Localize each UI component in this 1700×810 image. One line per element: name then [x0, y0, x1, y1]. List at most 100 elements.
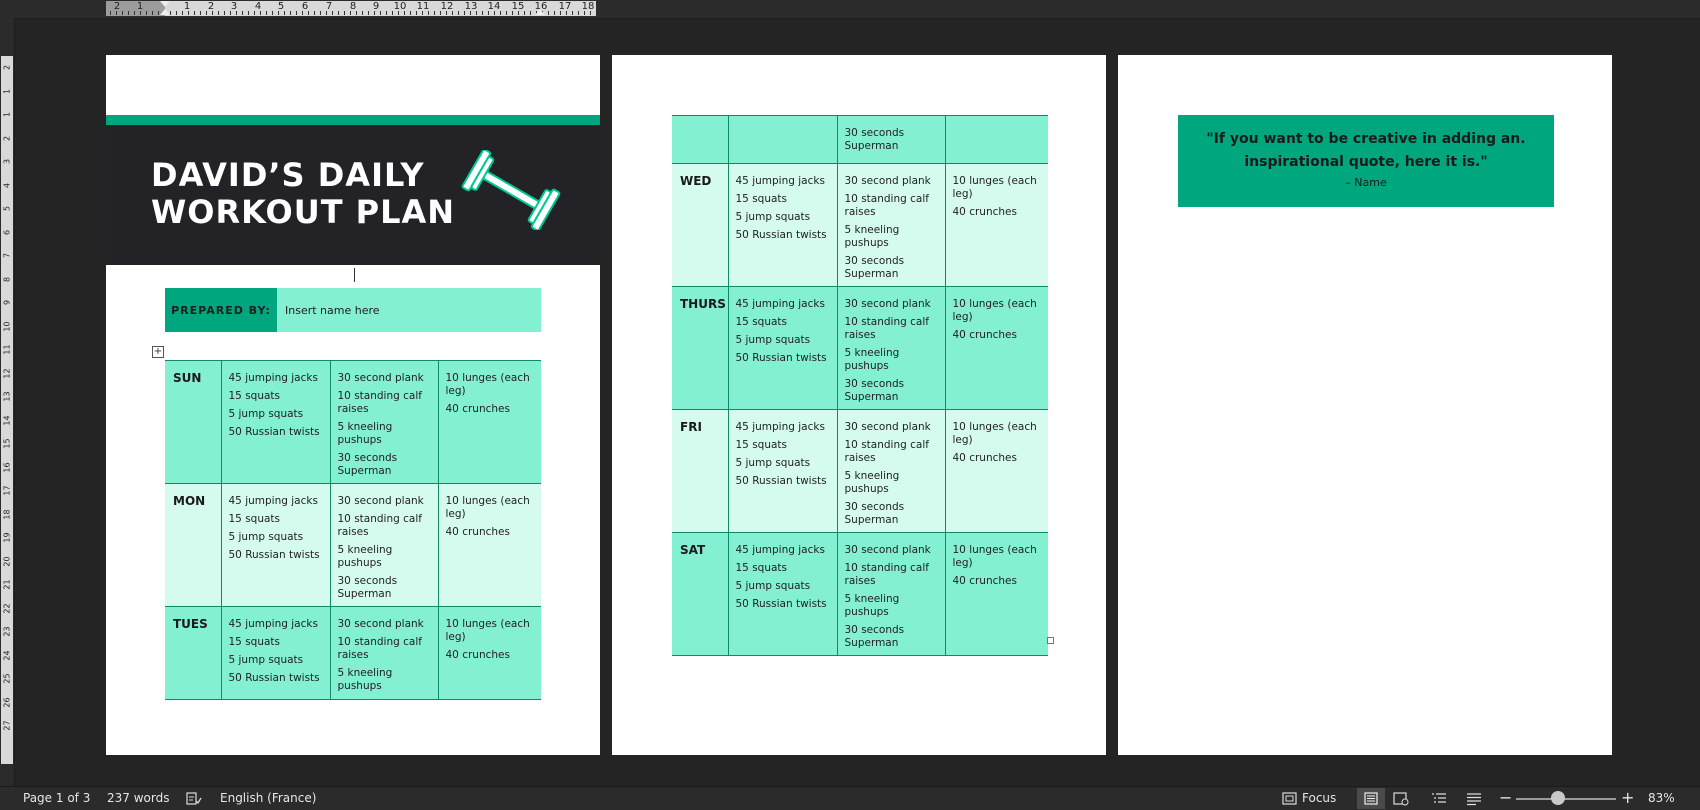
exercise-cell[interactable]: 30 second plank 10 standing calf raises 5 … — [836, 532, 946, 656]
exercise-cell[interactable]: 45 jumping jacks 15 squats 5 jump squats 50… — [727, 286, 838, 410]
focus-button[interactable]: Focus — [1302, 791, 1336, 805]
exercise-cell[interactable]: 30 second plank 10 standing calf raises 5 … — [329, 360, 439, 484]
exercise-item: 30 second plank — [844, 298, 931, 310]
exercise-item: 45 jumping jacks — [735, 175, 825, 187]
web-layout-icon[interactable] — [1393, 792, 1409, 806]
zoom-in-button[interactable]: + — [1621, 788, 1634, 807]
page-1[interactable]: DAVID’S DAILY WORKOUT PLAN PREPARED BY: … — [106, 55, 600, 755]
day-cell[interactable]: SUN — [165, 360, 222, 484]
exercise-cell[interactable]: 30 second plank 10 standing calf raises 5 … — [329, 606, 439, 700]
focus-icon[interactable] — [1282, 792, 1297, 805]
table-move-handle-icon[interactable]: + — [152, 346, 164, 358]
ruler-tick — [194, 11, 195, 15]
table-resize-handle[interactable] — [1047, 637, 1054, 644]
exercise-cell[interactable]: 10 lunges (each leg) 40 crunches — [437, 606, 541, 700]
ruler-tick — [236, 11, 237, 15]
proofing-icon[interactable] — [186, 792, 202, 806]
zoom-slider[interactable] — [1516, 798, 1616, 800]
ruler-tick — [476, 11, 477, 15]
ruler-tick — [464, 11, 465, 15]
ruler-tick — [254, 11, 255, 15]
ruler-tick — [284, 11, 285, 15]
ruler-label: 20 — [2, 555, 12, 567]
right-indent-marker[interactable] — [535, 9, 545, 15]
exercise-item: 30 seconds Superman — [844, 624, 905, 649]
horizontal-ruler[interactable]: 2 1 1 2 3 4 5 6 7 8 9 10 11 12 13 14 15 16 17 18 — [0, 0, 1700, 19]
exercise-cell[interactable]: 45 jumping jacks 15 squats 5 jump squats 50… — [220, 483, 331, 607]
zoom-level[interactable]: 83% — [1648, 791, 1675, 805]
day-cell[interactable] — [672, 115, 729, 164]
exercise-cell[interactable]: 10 lunges (each leg) 40 crunches — [944, 532, 1048, 656]
day-cell[interactable]: SAT — [672, 532, 729, 656]
table-row: TUES 45 jumping jacks 15 squats 5 jump squa… — [165, 606, 541, 700]
zoom-out-button[interactable]: − — [1499, 788, 1512, 807]
document-title[interactable]: DAVID’S DAILY WORKOUT PLAN — [151, 157, 455, 231]
exercise-item: 5 kneeling pushups — [844, 224, 900, 249]
exercise-cell[interactable]: 30 seconds Superman — [836, 115, 946, 164]
day-cell[interactable]: TUES — [165, 606, 222, 700]
prepared-by-name-field[interactable]: Insert name here — [277, 288, 541, 332]
exercise-cell[interactable]: 10 lunges (each leg) 40 crunches — [437, 360, 541, 484]
exercise-item: 5 jump squats — [735, 580, 811, 592]
ruler-tick — [548, 11, 549, 15]
day-cell[interactable]: MON — [165, 483, 222, 607]
day-cell[interactable]: FRI — [672, 409, 729, 533]
print-layout-view-button[interactable] — [1357, 788, 1385, 809]
draft-view-icon[interactable] — [1466, 792, 1482, 806]
exercise-item: 45 jumping jacks — [228, 372, 318, 384]
exercise-cell[interactable] — [727, 115, 838, 164]
ruler-tick — [494, 11, 495, 15]
exercise-cell[interactable]: 45 jumping jacks 15 squats 5 jump squats 50… — [220, 606, 331, 700]
exercise-cell[interactable]: 45 jumping jacks 15 squats 5 jump squats 50… — [727, 409, 838, 533]
exercise-item: 10 standing calf raises — [337, 390, 422, 415]
ruler-label: 22 — [2, 602, 12, 614]
ruler-label: 2 — [207, 1, 215, 12]
exercise-item: 10 lunges (each leg) — [952, 544, 1037, 569]
ruler-label: 1 — [183, 1, 191, 12]
exercise-cell[interactable]: 45 jumping jacks 15 squats 5 jump squats 50… — [220, 360, 331, 484]
ruler-label: 25 — [2, 673, 12, 684]
zoom-slider-thumb[interactable] — [1551, 791, 1565, 805]
first-line-indent-marker[interactable] — [160, 1, 170, 7]
ruler-tick — [530, 11, 531, 15]
quote-box[interactable]: "If you want to be creative in adding an… — [1178, 115, 1554, 207]
day-cell[interactable]: WED — [672, 163, 729, 287]
exercise-item: 50 Russian twists — [228, 549, 320, 561]
exercise-cell[interactable]: 45 jumping jacks 15 squats 5 jump squats 50… — [727, 532, 838, 656]
ruler-tick — [188, 11, 189, 15]
exercise-cell[interactable]: 10 lunges (each leg) 40 crunches — [944, 409, 1048, 533]
ruler-tick — [356, 11, 357, 15]
exercise-cell[interactable]: 30 second plank 10 standing calf raises 5 … — [836, 409, 946, 533]
exercise-item: 10 lunges (each leg) — [952, 175, 1037, 200]
exercise-cell[interactable]: 30 second plank 10 standing calf raises 5 … — [836, 286, 946, 410]
vertical-ruler[interactable]: 2 1 1 2 3 4 5 6 7 8 9 10 11 12 13 14 15 16 17 18 19 20 21 22 23 2… — [0, 18, 15, 790]
left-indent-marker[interactable] — [160, 9, 170, 15]
ruler-tick — [434, 11, 435, 15]
exercise-cell[interactable]: 10 lunges (each leg) 40 crunches — [944, 286, 1048, 410]
exercise-cell[interactable]: 30 second plank 10 standing calf raises 5 … — [329, 483, 439, 607]
page-3[interactable]: "If you want to be creative in adding an… — [1118, 55, 1612, 755]
ruler-tick — [572, 11, 573, 15]
ruler-label: 3 — [2, 158, 12, 165]
table-row: THURS 45 jumping jacks 15 squats 5 jump squ… — [672, 286, 1048, 410]
exercise-item: 15 squats — [228, 513, 281, 525]
exercise-cell[interactable]: 30 second plank 10 standing calf raises 5 … — [836, 163, 946, 287]
table-row: 30 seconds Superman — [672, 115, 1048, 164]
ruler-tick — [578, 11, 579, 15]
page-2[interactable]: 30 seconds Superman WED 45 jumping jacks 15… — [612, 55, 1106, 755]
exercise-cell[interactable]: 10 lunges (each leg) 40 crunches — [944, 163, 1048, 287]
page-count[interactable]: Page 1 of 3 — [23, 791, 90, 805]
exercise-item: 40 crunches — [952, 575, 1017, 587]
outline-view-icon[interactable] — [1431, 792, 1447, 806]
exercise-item: 5 kneeling pushups — [844, 593, 900, 618]
word-count[interactable]: 237 words — [107, 791, 169, 805]
exercise-cell[interactable]: 10 lunges (each leg) 40 crunches — [437, 483, 541, 607]
language-indicator[interactable]: English (France) — [220, 791, 316, 805]
ruler-tick — [392, 11, 393, 15]
exercise-cell[interactable] — [944, 115, 1048, 164]
exercise-item: 50 Russian twists — [735, 352, 827, 364]
exercise-item: 10 standing calf raises — [844, 316, 929, 341]
day-cell[interactable]: THURS — [672, 286, 729, 410]
exercise-cell[interactable]: 45 jumping jacks 15 squats 5 jump squats 50… — [727, 163, 838, 287]
exercise-item: 5 jump squats — [735, 334, 811, 346]
